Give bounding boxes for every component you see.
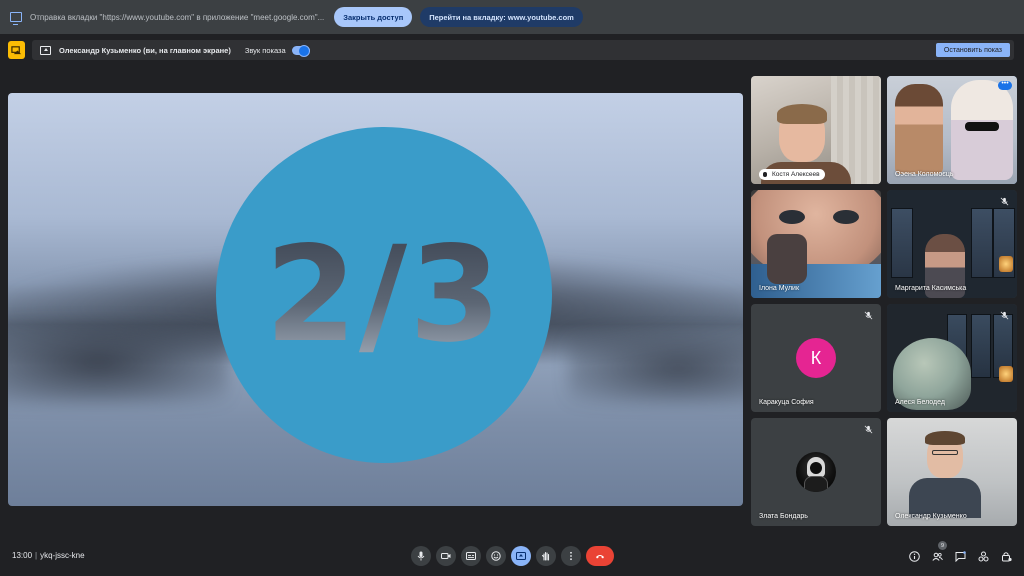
raise-hand-button[interactable] <box>536 546 556 566</box>
reactions-button[interactable] <box>486 546 506 566</box>
bridge-blur-left <box>8 323 228 403</box>
mic-button[interactable] <box>411 546 431 566</box>
present-screen-icon <box>40 45 51 55</box>
participant-tile[interactable]: Алеся Белодед <box>887 304 1017 412</box>
screen-share-icon <box>10 12 22 25</box>
slide-counter: 2/3 <box>265 218 503 372</box>
meeting-details-button[interactable] <box>906 548 922 564</box>
participant-tile[interactable]: Костя Алексеев <box>751 76 881 184</box>
mic-off-icon <box>864 425 873 434</box>
mic-icon <box>417 551 425 561</box>
presentation-logo-icon[interactable] <box>8 41 25 59</box>
participant-video <box>887 76 1017 184</box>
present-icon <box>516 552 526 560</box>
meet-window: Отправка вкладки "https://www.youtube.co… <box>0 0 1024 576</box>
participant-name: Злата Бондарь <box>759 513 808 520</box>
presenter-name: Олександр Кузьменко (ви, на главном экра… <box>59 45 231 55</box>
camera-icon <box>441 553 451 559</box>
sharing-message: Отправка вкладки "https://www.youtube.co… <box>30 12 325 22</box>
participant-video <box>751 76 881 184</box>
host-controls-button[interactable] <box>998 548 1014 564</box>
end-call-icon <box>596 555 604 559</box>
raise-hand-icon <box>541 551 550 561</box>
participant-video <box>751 190 881 298</box>
presenting-bar: Олександр Кузьменко (ви, на главном экра… <box>32 40 1014 60</box>
more-options-button[interactable] <box>561 546 581 566</box>
chat-button[interactable] <box>952 548 968 564</box>
shared-screen: 2/3 <box>8 93 743 506</box>
participant-name: Оэена Коломоєць <box>895 171 954 178</box>
participant-video <box>887 418 1017 526</box>
activities-button[interactable] <box>975 548 991 564</box>
chat-icon <box>955 550 966 562</box>
tab-sharing-bar: Отправка вкладки "https://www.youtube.co… <box>0 0 1024 34</box>
mic-off-icon <box>1000 197 1009 206</box>
bridge-blur-right <box>568 333 743 403</box>
people-button[interactable] <box>929 548 945 564</box>
go-to-tab-button[interactable]: Перейти на вкладку: www.youtube.com <box>420 7 583 27</box>
activities-icon <box>978 551 988 561</box>
stop-access-button[interactable]: Закрыть доступ <box>334 7 413 27</box>
people-icon <box>931 552 943 561</box>
participant-tile[interactable]: Ілона Мулик <box>751 190 881 298</box>
participant-name: Костя Алексеев <box>759 169 825 180</box>
share-sound-toggle[interactable] <box>291 44 310 57</box>
info-icon <box>908 550 920 562</box>
participant-video <box>887 304 1017 412</box>
participant-name: Маргарита Касимська <box>895 285 967 292</box>
meeting-info: 13:00 | ykq-jssc-kne <box>12 551 85 560</box>
share-sound-label: Звук показа <box>244 45 286 55</box>
leave-call-button[interactable] <box>586 546 614 566</box>
participant-tile[interactable]: Маргарита Касимська <box>887 190 1017 298</box>
avatar <box>796 452 836 492</box>
participant-name: Алеся Белодед <box>895 399 945 406</box>
mic-off-icon <box>864 311 873 320</box>
captions-icon <box>466 552 476 560</box>
meeting-time: 13:00 <box>12 551 33 560</box>
participant-name: Олександр Кузьменко <box>895 513 967 520</box>
participant-tile[interactable]: Олександр Кузьменко <box>887 418 1017 526</box>
emoji-icon <box>491 551 501 561</box>
participant-name: Ілона Мулик <box>759 285 800 292</box>
captions-button[interactable] <box>461 546 481 566</box>
more-icon <box>570 551 572 561</box>
slide-counter-circle: 2/3 <box>216 127 552 463</box>
mic-off-icon <box>1000 311 1009 320</box>
participant-tile[interactable]: Злата Бондарь <box>751 418 881 526</box>
avatar: К <box>796 338 836 378</box>
host-controls-icon <box>1001 551 1012 561</box>
present-button[interactable] <box>511 546 531 566</box>
participant-tile[interactable]: ••• Оэена Коломоєць <box>887 76 1017 184</box>
participant-video <box>887 190 1017 298</box>
camera-button[interactable] <box>436 546 456 566</box>
participant-tile[interactable]: К Каракуца София <box>751 304 881 412</box>
meeting-code: ykq-jssc-kne <box>40 551 85 560</box>
stop-presenting-button[interactable]: Остановить показ <box>935 43 1010 57</box>
separator: | <box>35 551 38 560</box>
more-options-icon[interactable]: ••• <box>998 80 1012 90</box>
participant-name: Каракуца София <box>759 399 814 406</box>
